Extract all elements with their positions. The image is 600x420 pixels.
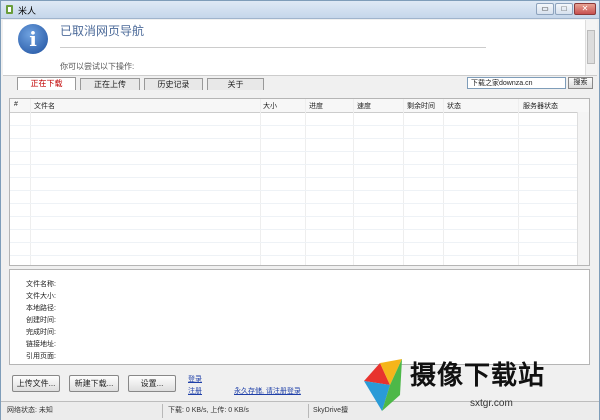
status-separator <box>308 404 309 418</box>
row-gridline <box>10 177 589 178</box>
row-gridline <box>10 255 589 256</box>
detail-label-link: 链接地址: <box>26 341 56 348</box>
search-button[interactable]: 搜索 <box>568 77 593 89</box>
register-link[interactable]: 注册 <box>188 386 202 396</box>
search-input[interactable]: 下载之家downza.cn <box>467 77 566 89</box>
upload-file-button[interactable]: 上传文件... <box>12 375 60 392</box>
row-gridline <box>10 138 589 139</box>
watermark-logo <box>364 359 402 411</box>
detail-label-completed: 完成时间: <box>26 329 56 336</box>
navigation-error-pane: i 已取消网页导航 你可以尝试以下操作: <box>3 20 597 76</box>
tab-uploading[interactable]: 正在上传 <box>80 78 140 90</box>
status-separator <box>162 404 163 418</box>
column-header-progress[interactable]: 进度 <box>309 101 323 111</box>
row-gridline <box>10 203 589 204</box>
column-header-server-status[interactable]: 服务器状态 <box>523 101 558 111</box>
tab-about[interactable]: 关于 <box>207 78 264 90</box>
row-gridline <box>10 151 589 152</box>
title-bar[interactable]: 米人 ▭ □ ✕ <box>1 1 599 19</box>
watermark-text: 摄像下载站 <box>410 361 546 391</box>
detail-label-filesize: 文件大小: <box>26 293 56 300</box>
detail-label-referrer: 引用页面: <box>26 353 56 360</box>
tab-history[interactable]: 历史记录 <box>144 78 203 90</box>
detail-label-filename: 文件名称: <box>26 281 56 288</box>
download-list[interactable]: # 文件名 大小 进度 速度 剩余时间 状态 服务器状态 <box>9 98 590 266</box>
maximize-button[interactable]: □ <box>555 3 573 15</box>
transfer-speed: 下载: 0 KB/s, 上传: 0 KB/s <box>168 407 249 414</box>
permanent-storage-link[interactable]: 永久存储, 请注册登录 <box>234 386 301 396</box>
list-header: # 文件名 大小 进度 速度 剩余时间 状态 服务器状态 <box>10 99 589 113</box>
row-gridline <box>10 242 589 243</box>
new-download-button[interactable]: 新建下载... <box>69 375 119 392</box>
row-gridline <box>10 190 589 191</box>
error-scrollbar[interactable] <box>585 20 597 75</box>
row-gridline <box>10 229 589 230</box>
network-status: 网络状态: 未知 <box>7 407 53 414</box>
list-scrollbar[interactable] <box>577 112 589 265</box>
tab-bar: 正在下载 正在上传 历史记录 关于 下载之家downza.cn 搜索 <box>1 76 599 90</box>
error-divider <box>60 47 486 48</box>
error-subtitle: 你可以尝试以下操作: <box>60 62 135 71</box>
error-title: 已取消网页导航 <box>60 24 145 38</box>
watermark-url: sxtgr.com <box>470 398 513 409</box>
row-gridline <box>10 216 589 217</box>
row-gridline <box>10 125 589 126</box>
info-icon: i <box>18 24 48 54</box>
column-header-status[interactable]: 状态 <box>447 101 461 111</box>
column-header-remaining[interactable]: 剩余时间 <box>407 101 435 111</box>
scrollbar-thumb[interactable] <box>587 30 595 64</box>
settings-button[interactable]: 设置... <box>128 375 176 392</box>
column-header-index[interactable]: # <box>14 101 18 108</box>
column-header-size[interactable]: 大小 <box>263 101 277 111</box>
watermark: 摄像下载站 sxtgr.com <box>358 353 598 416</box>
window-title: 米人 <box>18 6 37 16</box>
detail-label-local-path: 本地路径: <box>26 305 56 312</box>
login-link[interactable]: 登录 <box>188 374 202 384</box>
skydrive-status: SkyDrive擅 <box>313 407 349 414</box>
column-header-filename[interactable]: 文件名 <box>34 101 55 111</box>
tab-downloading[interactable]: 正在下载 <box>17 77 76 90</box>
column-header-speed[interactable]: 速度 <box>357 101 371 111</box>
close-button[interactable]: ✕ <box>574 3 596 15</box>
detail-label-created: 创建时间: <box>26 317 56 324</box>
minimize-button[interactable]: ▭ <box>536 3 554 15</box>
app-icon <box>6 5 13 14</box>
row-gridline <box>10 164 589 165</box>
file-details-panel: 文件名称: 文件大小: 本地路径: 创建时间: 完成时间: 链接地址: 引用页面… <box>9 269 590 365</box>
